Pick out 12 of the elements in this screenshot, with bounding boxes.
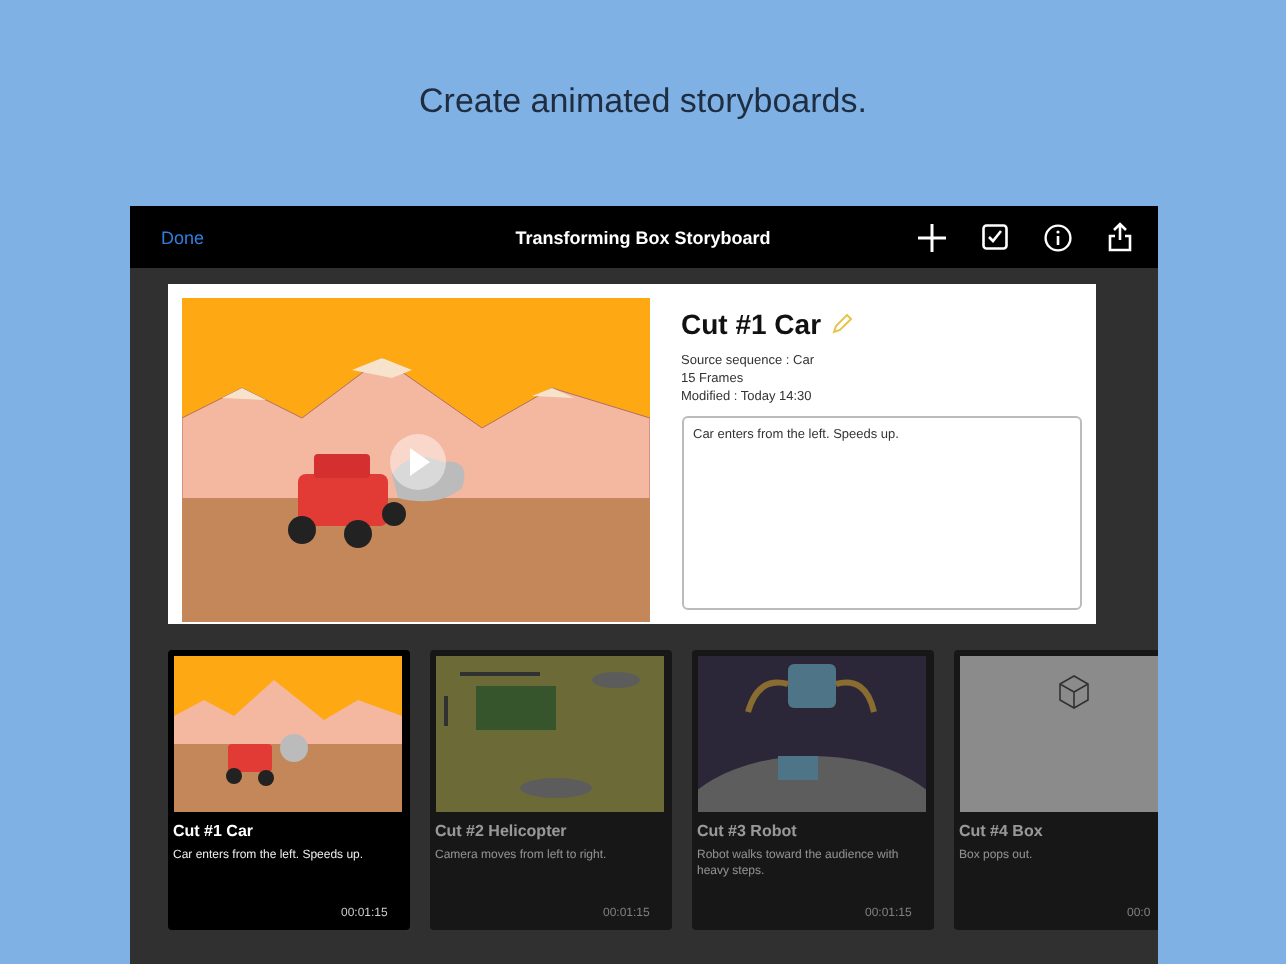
checkbox-icon[interactable]: [981, 224, 1007, 250]
done-button[interactable]: Done: [161, 227, 205, 247]
cut-title: Cut #1 Car: [173, 822, 256, 840]
cut-title: Cut #4 Box: [959, 822, 1045, 840]
cut-title: Cut #1 Car: [681, 308, 822, 340]
cut-title: Cut #2 Helicopter: [435, 822, 569, 840]
window-title: Transforming Box Storyboard: [515, 227, 771, 247]
add-icon[interactable]: [917, 223, 945, 251]
info-icon[interactable]: [1043, 223, 1071, 251]
cut-title: Cut #3 Robot: [697, 822, 799, 840]
share-icon[interactable]: [1107, 222, 1131, 252]
headline: Create animated storyboards.: [419, 80, 867, 124]
